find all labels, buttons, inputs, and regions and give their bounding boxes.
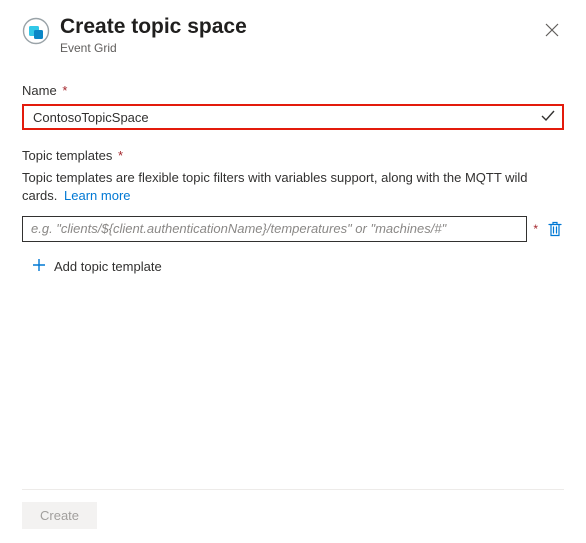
- panel-footer: Create: [22, 489, 564, 543]
- name-input-wrap: [22, 104, 564, 130]
- add-topic-template-label: Add topic template: [54, 259, 162, 274]
- panel-title: Create topic space: [60, 14, 564, 39]
- delete-template-button[interactable]: [546, 220, 564, 238]
- panel-subtitle: Event Grid: [60, 41, 564, 55]
- learn-more-link[interactable]: Learn more: [64, 188, 130, 203]
- plus-icon: [32, 258, 46, 275]
- header-titles: Create topic space Event Grid: [60, 14, 564, 55]
- check-icon: [540, 108, 556, 127]
- topic-space-icon: [22, 17, 50, 45]
- name-input[interactable]: [31, 109, 534, 126]
- topic-template-input-wrap: [22, 216, 527, 242]
- panel-header: Create topic space Event Grid: [22, 14, 564, 55]
- topic-template-input[interactable]: [29, 220, 520, 237]
- required-marker: *: [62, 83, 67, 98]
- topic-templates-label: Topic templates *: [22, 148, 564, 163]
- topic-template-row: *: [22, 216, 564, 242]
- create-button[interactable]: Create: [22, 502, 97, 529]
- name-label-text: Name: [22, 83, 57, 98]
- required-marker: *: [118, 148, 123, 163]
- close-icon: [545, 23, 559, 37]
- topic-templates-block: Topic templates * Topic templates are fl…: [22, 148, 564, 274]
- add-topic-template-button[interactable]: Add topic template: [22, 258, 564, 275]
- required-marker: *: [533, 222, 538, 236]
- name-label: Name *: [22, 83, 564, 98]
- name-field-block: Name *: [22, 83, 564, 130]
- trash-icon: [548, 221, 562, 237]
- create-topic-space-panel: Create topic space Event Grid Name * Top…: [0, 0, 586, 543]
- topic-templates-description: Topic templates are flexible topic filte…: [22, 169, 564, 205]
- topic-templates-label-text: Topic templates: [22, 148, 112, 163]
- close-button[interactable]: [540, 18, 564, 42]
